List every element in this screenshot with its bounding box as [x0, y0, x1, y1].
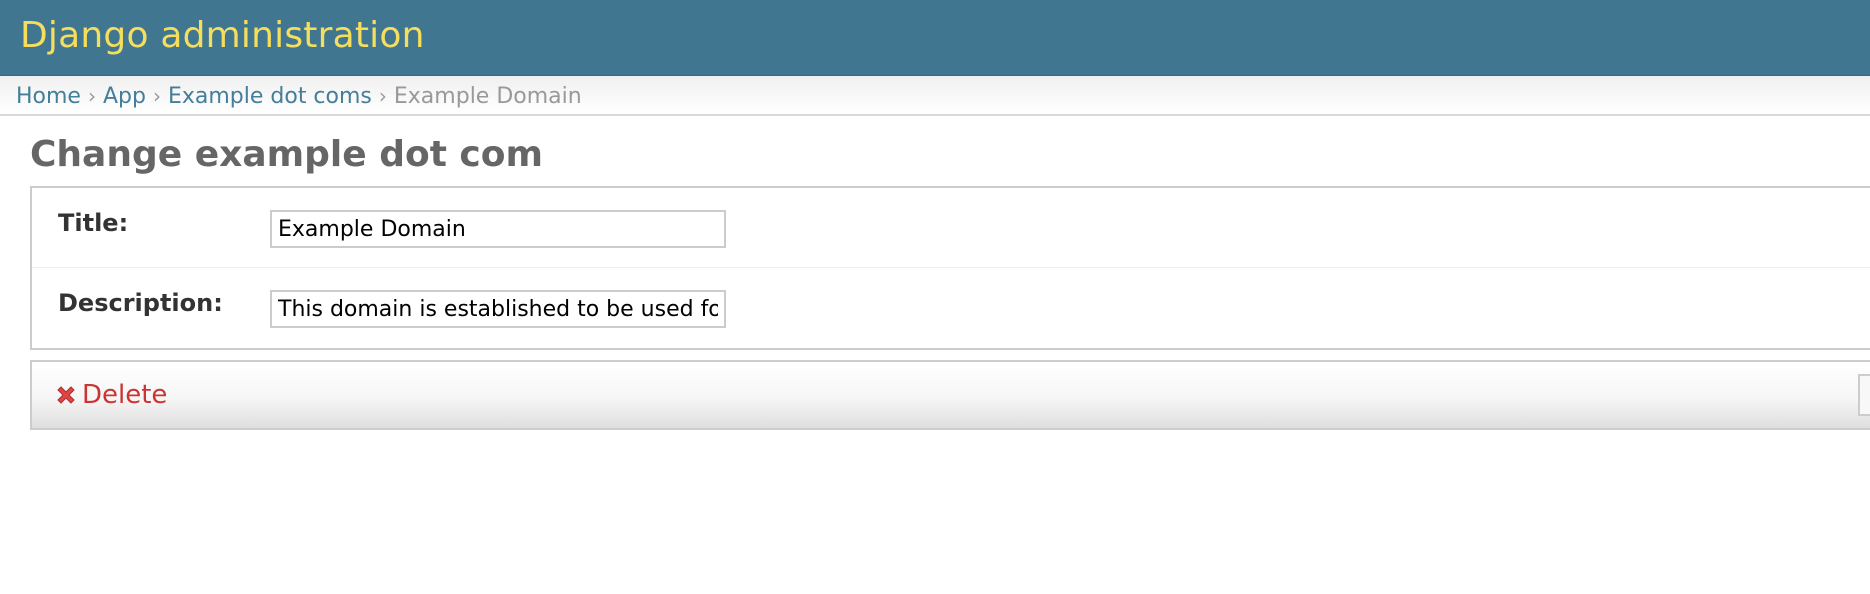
breadcrumb: Home › App › Example dot coms › Example Domain [0, 76, 1870, 116]
title-label: Title: [58, 209, 129, 237]
save-button[interactable]: S [1858, 374, 1870, 416]
site-name[interactable]: Django administration [20, 14, 425, 58]
form-row-title: Title: [32, 188, 1870, 268]
title-input[interactable] [270, 210, 726, 248]
header: Django administration [0, 0, 1870, 76]
breadcrumb-home[interactable]: Home [16, 84, 81, 109]
description-label: Description: [58, 289, 223, 317]
delete-label: Delete [82, 380, 168, 410]
breadcrumb-example-dot-coms[interactable]: Example dot coms [168, 84, 372, 109]
form-fieldset: Title: Description: [30, 186, 1870, 350]
breadcrumb-separator: › [152, 84, 161, 108]
delete-x-icon [54, 383, 78, 407]
breadcrumb-current: Example Domain [393, 84, 582, 109]
delete-link[interactable]: Delete [54, 380, 167, 410]
page-title: Change example dot com [30, 134, 544, 175]
submit-row: Delete S [30, 360, 1870, 430]
breadcrumb-app[interactable]: App [103, 84, 146, 109]
description-input[interactable] [270, 290, 726, 328]
breadcrumb-separator: › [87, 84, 96, 108]
form-row-description: Description: [32, 268, 1870, 348]
breadcrumb-separator: › [378, 84, 387, 108]
